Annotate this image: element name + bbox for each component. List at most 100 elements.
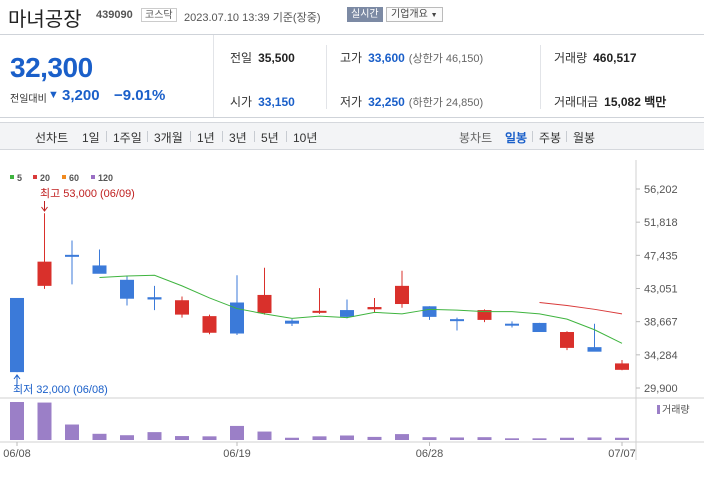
candle-body	[65, 254, 79, 257]
max-note: 최고 53,000 (06/09)	[40, 187, 135, 200]
candle-body	[395, 285, 409, 305]
volume-bar	[285, 437, 299, 440]
open-label: 시가	[230, 95, 253, 109]
price-chart: 56,202 51,818 47,435 43,051 38,667 34,284 29,9…	[0, 160, 704, 487]
candle-body	[10, 297, 24, 373]
stat-open: 시가 33,150	[230, 93, 295, 110]
candle-body	[560, 332, 574, 348]
line-chart-label: 선차트	[35, 131, 69, 145]
candle-body	[532, 322, 547, 333]
lower-limit: (하한가 24,850)	[408, 97, 484, 109]
y-tick-label: 29,900	[644, 383, 678, 395]
price-summary: 32,300 전일대비 ▼ 3,200 −9.01% 전일 35,500 고가 33…	[0, 34, 704, 118]
y-tick-label: 38,667	[644, 317, 678, 329]
period-1w[interactable]: 1주일	[113, 129, 142, 146]
volume-bar	[505, 438, 519, 440]
volume-bar	[450, 437, 464, 440]
change-value: 3,200	[62, 87, 100, 104]
current-price-box: 32,300 전일대비 ▼ 3,200 −9.01%	[0, 35, 214, 117]
high-label: 고가	[340, 51, 363, 65]
candle-body	[120, 279, 134, 299]
low-label: 저가	[340, 95, 363, 109]
volume-bar	[147, 432, 162, 440]
volume-bar	[175, 436, 189, 440]
stat-low: 저가 32,250 (하한가 24,850)	[340, 93, 483, 110]
period-10y[interactable]: 10년	[293, 129, 317, 146]
upper-limit: (상한가 46,150)	[408, 53, 484, 65]
stat-amount: 거래대금 15,082 백만	[554, 93, 666, 110]
amount-label: 거래대금	[554, 95, 599, 109]
volume-bar	[367, 436, 382, 440]
candle-body	[257, 294, 272, 314]
triangle-down-icon: ▼	[48, 89, 59, 101]
high-value: 33,600	[368, 51, 405, 65]
volume-bar	[312, 436, 327, 440]
period-1d[interactable]: 1일	[82, 129, 100, 146]
period-5y[interactable]: 5년	[261, 129, 279, 146]
legend-label: 120	[98, 173, 113, 183]
volume-bar	[532, 438, 547, 440]
legend-swatch	[10, 175, 14, 179]
volume-bar	[395, 434, 409, 440]
candle-body	[312, 310, 327, 313]
volume-bar	[37, 402, 52, 440]
candle-body	[615, 363, 629, 370]
candle-body	[587, 347, 602, 352]
y-tick-label: 51,818	[644, 217, 678, 229]
candle-body	[285, 320, 299, 324]
stock-code: 439090	[96, 9, 133, 21]
candle-weekly[interactable]: 주봉	[539, 129, 561, 146]
open-value: 33,150	[258, 95, 295, 109]
candle-body	[202, 316, 217, 333]
candle-body	[175, 300, 189, 315]
volume-bar	[477, 437, 492, 440]
period-3m[interactable]: 3개월	[154, 129, 183, 146]
volume-bar	[257, 431, 272, 440]
company-overview-button[interactable]: 기업개요 ▼	[386, 7, 443, 22]
low-value: 32,250	[368, 95, 405, 109]
volume-bar	[10, 402, 24, 440]
stock-header: 마녀공장 439090 코스닥 2023.07.10 13:39 기준(장중) …	[0, 0, 704, 31]
candle-body	[422, 306, 437, 317]
stat-prev-close: 전일 35,500	[230, 49, 295, 66]
y-tick-label: 56,202	[644, 184, 678, 196]
realtime-button[interactable]: 실시간	[347, 7, 383, 22]
ma20-line	[539, 302, 623, 315]
period-1y[interactable]: 1년	[197, 129, 215, 146]
y-tick-label: 47,435	[644, 250, 678, 262]
candle-body	[450, 319, 464, 322]
volume-bar	[560, 437, 574, 440]
candle-chart-svg: 56,202 51,818 47,435 43,051 38,667 34,284 29,9…	[0, 160, 704, 460]
volume-bar	[65, 424, 79, 440]
candle-daily[interactable]: 일봉	[505, 129, 527, 146]
period-3y[interactable]: 3년	[229, 129, 247, 146]
candle-monthly[interactable]: 월봉	[573, 129, 595, 146]
caret-down-icon: ▼	[430, 12, 438, 19]
y-tick-label: 34,284	[644, 350, 678, 362]
volume-bar	[340, 435, 354, 440]
volume-bar	[422, 437, 437, 440]
amount-value: 15,082 백만	[604, 95, 667, 109]
legend-swatch	[62, 175, 66, 179]
candle-body	[367, 307, 382, 310]
volume-label: 거래량	[662, 404, 690, 416]
candle-body	[147, 297, 162, 300]
candle-chart-label: 봉차트	[459, 131, 493, 145]
y-tick-label: 43,051	[644, 284, 678, 296]
volume-bar	[230, 425, 244, 440]
candle-body	[37, 261, 52, 286]
min-note: 최저 32,000 (06/08)	[13, 383, 108, 396]
change-percent: −9.01%	[114, 87, 166, 104]
prev-close-value: 35,500	[258, 51, 295, 65]
period-bar: 선차트 1일 1주일 3개월 1년 3년 5년 10년 봉차트 일봉 주봉 월봉	[0, 122, 704, 150]
volume-legend-swatch	[657, 405, 660, 414]
quote-datetime: 2023.07.10 13:39 기준(장중)	[184, 12, 321, 24]
x-tick-label: 06/28	[416, 448, 444, 460]
volume-bar	[587, 437, 602, 440]
legend-label: 20	[40, 173, 50, 183]
volume-bar	[120, 435, 134, 440]
current-price: 32,300	[10, 52, 93, 83]
market-badge: 코스닥	[141, 8, 177, 22]
x-tick-label: 06/19	[223, 448, 251, 460]
legend-label: 60	[69, 173, 79, 183]
